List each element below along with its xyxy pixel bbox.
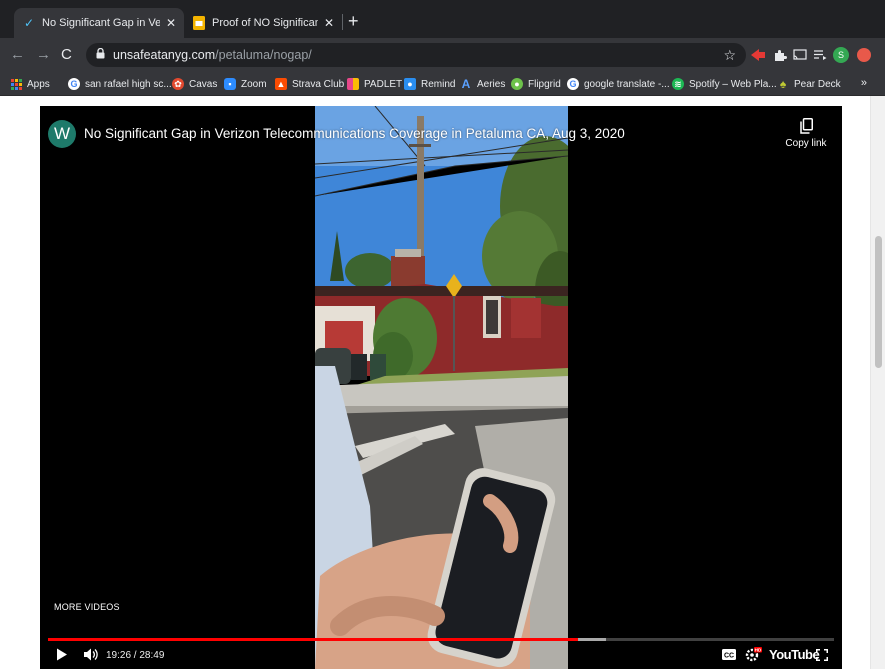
bookmark-spotify[interactable]: ≋ Spotify – Web Pla... (672, 76, 777, 92)
google-icon: G (68, 78, 80, 90)
strava-icon: ▲ (275, 78, 287, 90)
url-host: unsafeatanyg.com (113, 48, 216, 62)
bookmark-label: san rafael high sc... (85, 78, 172, 90)
remind-icon: ● (404, 78, 416, 90)
extension-pink-circle-icon[interactable] (857, 48, 871, 62)
tab-strip: ✓ No Significant Gap in Verizon T ✕ Proo… (0, 0, 885, 38)
checkmark-favicon-icon: ✓ (23, 16, 35, 30)
channel-avatar[interactable]: W (48, 120, 76, 148)
aeries-icon: A (461, 77, 471, 91)
video-title[interactable]: No Significant Gap in Verizon Telecommun… (84, 126, 625, 141)
tab-title: No Significant Gap in Verizon T (42, 17, 160, 29)
lock-icon (96, 47, 105, 62)
volume-icon[interactable] (84, 648, 99, 661)
forward-arrow-icon[interactable]: → (36, 46, 51, 64)
bookmark-label: Cavas (189, 78, 218, 90)
bookmark-label: Apps (27, 78, 50, 90)
youtube-video-player[interactable]: W No Significant Gap in Verizon Telecomm… (40, 106, 842, 669)
tab-verizon-gap[interactable]: ✓ No Significant Gap in Verizon T ✕ (14, 8, 184, 38)
copy-link-label: Copy link (785, 138, 827, 149)
cast-icon[interactable] (792, 47, 808, 63)
more-videos-button[interactable]: MORE VIDEOS (54, 602, 120, 612)
copy-link-button[interactable]: Copy link (784, 118, 828, 149)
url-path: /petaluma/nogap/ (215, 48, 312, 62)
bookmark-label: Remind (421, 78, 456, 90)
bookmark-remind[interactable]: ● Remind (404, 76, 455, 92)
bookmark-cavas[interactable]: ✿ Cavas (172, 76, 217, 92)
bookmark-label: Pear Deck (794, 78, 841, 90)
bookmarks-bar: Apps G san rafael high sc... ✿ Cavas ▪ Z… (0, 72, 885, 96)
close-tab-icon[interactable]: ✕ (324, 16, 334, 30)
street-scene-image (315, 106, 568, 669)
bookmark-label: Zoom (241, 78, 267, 90)
zoom-icon: ▪ (224, 78, 236, 90)
bookmarks-overflow-button[interactable]: » (861, 77, 867, 89)
extensions-puzzle-icon[interactable] (772, 47, 788, 63)
bookmark-google-translate[interactable]: G google translate -... (567, 76, 670, 92)
page-scrollbar[interactable] (870, 96, 885, 669)
closed-captions-icon[interactable]: CC (722, 649, 736, 660)
new-tab-button[interactable]: + (348, 12, 359, 30)
close-tab-icon[interactable]: ✕ (166, 16, 176, 30)
pear-deck-icon: ♠ (779, 77, 787, 91)
google-icon: G (567, 78, 579, 90)
progress-bar[interactable] (48, 638, 834, 641)
queue-list-icon[interactable] (812, 47, 828, 63)
reload-icon[interactable]: C (61, 46, 72, 64)
address-bar[interactable]: unsafeatanyg.com/petaluma/nogap/ ☆ (86, 43, 746, 67)
bookmark-aeries[interactable]: A Aeries (460, 76, 506, 92)
bookmark-padlet[interactable]: PADLET (347, 76, 402, 92)
player-controls: 19:26 / 28:49 CC HD YouTube (40, 646, 842, 669)
bookmark-apps[interactable]: Apps (10, 76, 50, 92)
browser-toolbar: ← → C unsafeatanyg.com/petaluma/nogap/ ☆… (0, 38, 885, 72)
youtube-logo[interactable]: YouTube (769, 647, 820, 662)
bookmark-strava-club[interactable]: ▲ Strava Club (275, 76, 344, 92)
flipgrid-icon: ● (511, 78, 523, 90)
bookmark-label: Flipgrid (528, 78, 561, 90)
fullscreen-icon[interactable] (816, 649, 828, 661)
time-display: 19:26 / 28:49 (106, 650, 165, 661)
tab-separator (342, 14, 343, 30)
svg-text:HD: HD (755, 648, 762, 653)
cavas-icon: ✿ (172, 78, 184, 90)
bookmark-label: Aeries (477, 78, 506, 90)
bookmark-label: google translate -... (584, 78, 670, 90)
bookmark-flipgrid[interactable]: ● Flipgrid (511, 76, 561, 92)
play-icon[interactable] (56, 648, 68, 661)
extension-red-arrow-icon[interactable] (750, 47, 766, 63)
scrollbar-thumb[interactable] (875, 236, 882, 368)
tab-title: Proof of NO Significant Gap of (212, 17, 318, 29)
bookmark-zoom[interactable]: ▪ Zoom (224, 76, 267, 92)
bookmark-pear-deck[interactable]: ♠ Pear Deck (777, 76, 841, 92)
padlet-icon (347, 78, 359, 90)
bookmark-label: PADLET (364, 78, 403, 90)
bookmark-star-icon[interactable]: ☆ (723, 47, 736, 64)
bookmark-label: Spotify – Web Pla... (689, 78, 777, 90)
progress-played (48, 638, 578, 641)
settings-gear-hd-icon[interactable]: HD (745, 647, 762, 662)
slides-favicon-icon (192, 16, 206, 30)
apps-grid-icon (10, 78, 22, 90)
spotify-icon: ≋ (672, 78, 684, 90)
bookmark-san-rafael[interactable]: G san rafael high sc... (68, 76, 172, 92)
profile-avatar[interactable]: S (833, 47, 849, 63)
back-arrow-icon[interactable]: ← (10, 46, 25, 64)
video-frame (315, 106, 568, 669)
bookmark-label: Strava Club (292, 78, 345, 90)
svg-text:CC: CC (724, 652, 734, 659)
tab-proof-of-no-gap[interactable]: Proof of NO Significant Gap of ✕ (184, 8, 342, 38)
copy-icon (799, 118, 813, 134)
